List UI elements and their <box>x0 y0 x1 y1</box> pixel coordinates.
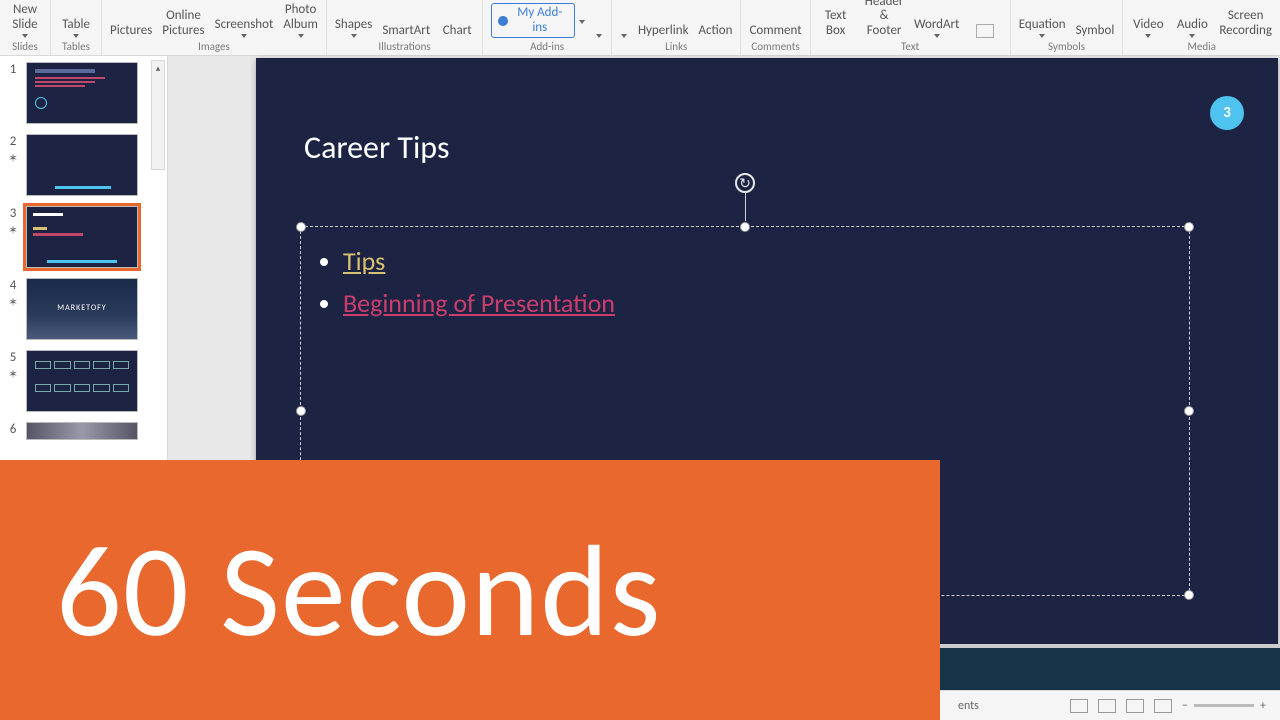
ribbon-group-label: Comments <box>751 40 799 53</box>
action-button[interactable]: Action <box>696 24 734 38</box>
zoom-slider[interactable] <box>1194 704 1254 707</box>
screen-recording-button[interactable]: Screen Recording <box>1217 9 1274 38</box>
rotate-handle-icon[interactable]: ↻ <box>735 173 755 193</box>
slide-thumbnail-3[interactable] <box>26 206 138 268</box>
comment-button[interactable]: Comment <box>747 24 803 38</box>
smartart-button[interactable]: SmartArt <box>380 24 432 38</box>
thumb-number: 3 <box>10 206 17 221</box>
video-button[interactable]: Video <box>1129 18 1167 38</box>
ribbon-group-text: Text Box Header & Footer WordArt Text <box>811 0 1011 55</box>
slide-number-badge: 3 <box>1210 96 1244 130</box>
ribbon-group-links: Hyperlink Action Links <box>612 0 742 55</box>
textbox-button[interactable]: Text Box <box>817 9 855 38</box>
thumbnail-row[interactable]: 1 <box>6 62 163 124</box>
banner-text: 60 Seconds <box>56 511 661 670</box>
bullet-item: Beginning of Presentation <box>343 287 1169 321</box>
ribbon-group-illustrations: Shapes SmartArt Chart Illustrations <box>327 0 483 55</box>
pictures-button[interactable]: Pictures <box>108 24 154 38</box>
bullet-item: Tips <box>343 245 1169 279</box>
ribbon-group-label: Images <box>198 40 230 53</box>
thumbnail-row[interactable]: 2✶ <box>6 134 163 196</box>
addins-icon <box>498 16 507 26</box>
resize-handle[interactable] <box>1184 406 1194 416</box>
notes-hint: ents <box>958 699 979 713</box>
status-bar: ents − + <box>940 690 1280 720</box>
thumb-number: 6 <box>10 422 17 437</box>
new-slide-button[interactable]: New Slide <box>6 3 44 38</box>
zoom-plus[interactable]: + <box>1260 699 1266 713</box>
resize-handle[interactable] <box>1184 222 1194 232</box>
view-slideshow-icon[interactable] <box>1154 699 1172 713</box>
links-side-arrow[interactable] <box>618 32 630 38</box>
ribbon-group-label: Add-ins <box>530 40 564 53</box>
view-sorter-icon[interactable] <box>1098 699 1116 713</box>
slide-thumbnail-1[interactable] <box>26 62 138 124</box>
chart-button[interactable]: Chart <box>438 24 476 38</box>
ribbon-group-tables: Table Tables <box>51 0 102 55</box>
symbol-button[interactable]: Symbol <box>1074 24 1117 38</box>
online-pictures-button[interactable]: Online Pictures <box>160 9 206 38</box>
resize-handle[interactable] <box>740 222 750 232</box>
slide-thumbnail-6[interactable] <box>26 422 138 440</box>
slide-thumbnail-2[interactable] <box>26 134 138 196</box>
text-extra-icon[interactable] <box>966 22 1004 38</box>
animation-star-icon: ✶ <box>8 367 18 382</box>
ribbon-group-addins: My Add-ins Add-ins <box>483 0 612 55</box>
thumb-number: 1 <box>10 62 17 77</box>
shapes-button[interactable]: Shapes <box>333 18 374 38</box>
ribbon-group-label: Slides <box>12 40 38 53</box>
ribbon-group-label: Links <box>665 40 687 53</box>
thumb-number: 5 <box>10 350 17 365</box>
notes-pane[interactable] <box>940 644 1280 690</box>
view-reading-icon[interactable] <box>1126 699 1144 713</box>
ribbon-group-symbols: Equation Symbol Symbols <box>1011 0 1124 55</box>
thumbnail-row[interactable]: 5✶ <box>6 350 163 412</box>
overlay-banner: 60 Seconds <box>0 460 940 720</box>
ribbon-group-label: Text <box>901 40 919 53</box>
table-button[interactable]: Table <box>57 18 95 38</box>
slide-thumbnail-4[interactable]: MARKETOFY <box>26 278 138 340</box>
zoom-control[interactable]: − + <box>1182 699 1266 713</box>
ribbon-group-media: Video Audio Screen Recording Media <box>1123 0 1280 55</box>
screenshot-button[interactable]: Screenshot <box>213 18 276 38</box>
addins-side-arrow[interactable] <box>593 32 605 38</box>
animation-star-icon: ✶ <box>8 151 18 166</box>
thumb-number: 2 <box>10 134 17 149</box>
resize-handle[interactable] <box>296 222 306 232</box>
ribbon-group-label: Media <box>1187 40 1215 53</box>
audio-button[interactable]: Audio <box>1173 18 1211 38</box>
slide-title: Career Tips <box>304 128 449 167</box>
myaddins-button[interactable]: My Add-ins <box>489 3 587 38</box>
ribbon-group-images: Pictures Online Pictures Screenshot Phot… <box>102 0 327 55</box>
hyperlink-beginning[interactable]: Beginning of Presentation <box>343 287 615 319</box>
equation-button[interactable]: Equation <box>1017 18 1068 38</box>
thumbnail-row[interactable]: 4 ✶ MARKETOFY <box>6 278 163 340</box>
ribbon: New Slide Slides Table Tables Pictures O… <box>0 0 1280 56</box>
photo-album-button[interactable]: Photo Album <box>281 3 320 38</box>
wordart-button[interactable]: WordArt <box>914 18 960 38</box>
bullet-list: Tips Beginning of Presentation <box>301 227 1189 321</box>
ribbon-group-slides: New Slide Slides <box>0 0 51 55</box>
rotate-connector <box>745 191 746 221</box>
date-number-icon <box>976 24 994 38</box>
view-normal-icon[interactable] <box>1070 699 1088 713</box>
thumb-number: 4 <box>10 278 17 293</box>
zoom-minus[interactable]: − <box>1182 699 1188 713</box>
ribbon-group-label: Illustrations <box>378 40 430 53</box>
thumbnail-row[interactable]: 3✶ <box>6 206 163 268</box>
ribbon-group-label: Symbols <box>1048 40 1085 53</box>
hyperlink-tips[interactable]: Tips <box>343 245 385 277</box>
ribbon-group-comments: Comment Comments <box>741 0 810 55</box>
animation-star-icon: ✶ <box>8 223 18 238</box>
thumbnail-scrollbar[interactable]: ▴ <box>151 60 165 170</box>
animation-star-icon: ✶ <box>8 295 18 310</box>
thumbnail-row[interactable]: 6 <box>6 422 163 440</box>
resize-handle[interactable] <box>296 406 306 416</box>
hyperlink-button[interactable]: Hyperlink <box>636 24 691 38</box>
header-footer-button[interactable]: Header & Footer <box>861 0 908 38</box>
ribbon-group-label: Tables <box>62 40 90 53</box>
scroll-up-icon[interactable]: ▴ <box>152 61 164 75</box>
resize-handle[interactable] <box>1184 590 1194 600</box>
slide-thumbnail-5[interactable] <box>26 350 138 412</box>
